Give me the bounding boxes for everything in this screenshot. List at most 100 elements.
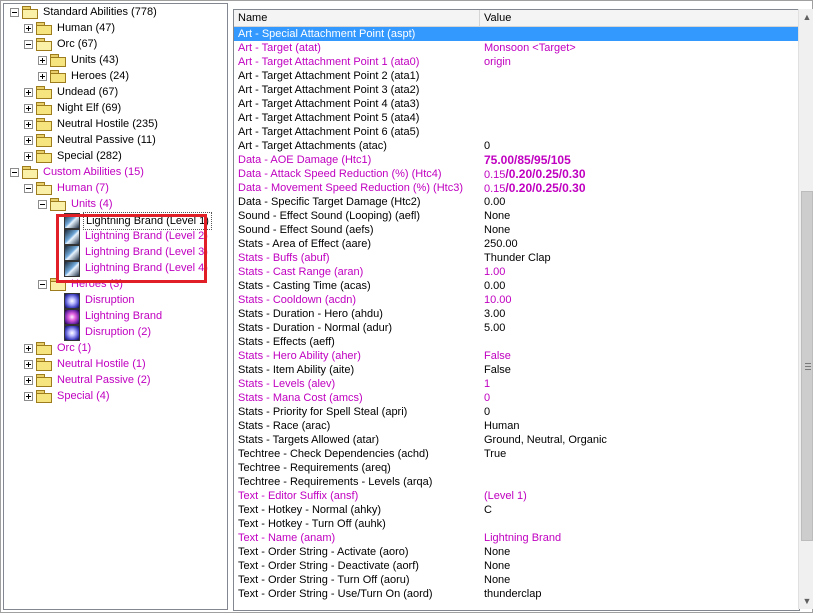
grid-row[interactable]: Techtree - Requirements (areq) [234, 461, 799, 475]
tree-node[interactable]: Human (7) [4, 180, 227, 196]
field-name: Art - Target Attachment Point 5 (ata4) [238, 112, 420, 124]
expand-icon[interactable] [24, 360, 33, 369]
column-header-value[interactable]: Value [480, 10, 799, 26]
ability-tree[interactable]: Standard Abilities (778) Human (47) Orc (6… [3, 3, 228, 610]
collapse-icon[interactable] [24, 40, 33, 49]
grid-row[interactable]: Text - Hotkey - Normal (ahky) C [234, 503, 799, 517]
expand-icon[interactable] [24, 88, 33, 97]
column-header-name[interactable]: Name [234, 10, 480, 26]
tree-node[interactable]: Disruption [4, 292, 227, 309]
tree-node[interactable]: Lightning Brand [4, 308, 227, 325]
grid-row[interactable]: Stats - Priority for Spell Steal (apri) 0 [234, 405, 799, 419]
grid-row[interactable]: Text - Order String - Use/Turn On (aord)… [234, 587, 799, 601]
tree-node-label: Special (282) [57, 150, 122, 162]
tree-node[interactable]: Disruption (2) [4, 324, 227, 341]
field-value: True [484, 448, 507, 460]
field-name: Text - Name (anam) [238, 532, 336, 544]
grid-row[interactable]: Stats - Duration - Hero (ahdu) 3.00 [234, 307, 799, 321]
expand-icon[interactable] [24, 120, 33, 129]
tree-node[interactable]: Standard Abilities (778) [4, 4, 227, 20]
property-grid[interactable]: Name Value Art - Special Attachment Poin… [233, 9, 800, 611]
vertical-scrollbar[interactable]: ▲ ▼ [798, 9, 813, 609]
grid-row[interactable]: Stats - Race (arac) Human [234, 419, 799, 433]
collapse-icon[interactable] [38, 200, 47, 209]
grid-row[interactable]: Art - Target Attachment Point 5 (ata4) [234, 111, 799, 125]
grid-row[interactable]: Sound - Effect Sound (aefs) None [234, 223, 799, 237]
expand-icon[interactable] [24, 392, 33, 401]
expand-icon[interactable] [24, 24, 33, 33]
expand-icon[interactable] [38, 56, 47, 65]
grid-row[interactable]: Text - Name (anam) Lightning Brand [234, 531, 799, 545]
grid-row[interactable]: Stats - Hero Ability (aher) False [234, 349, 799, 363]
collapse-icon[interactable] [38, 280, 47, 289]
grid-row[interactable]: Art - Target Attachment Point 1 (ata0) or… [234, 55, 799, 69]
tree-node[interactable]: Human (47) [4, 20, 227, 36]
collapse-icon[interactable] [24, 184, 33, 193]
expand-icon[interactable] [24, 376, 33, 385]
grid-row[interactable]: Art - Target Attachment Point 3 (ata2) [234, 83, 799, 97]
grid-row[interactable]: Sound - Effect Sound (Looping) (aefl) Non… [234, 209, 799, 223]
collapse-icon[interactable] [10, 168, 19, 177]
expand-icon[interactable] [24, 104, 33, 113]
tree-node[interactable]: Units (43) [4, 52, 227, 68]
tree-node-label: Standard Abilities (778) [43, 6, 157, 18]
grid-row[interactable]: Data - Attack Speed Reduction (%) (Htc4)… [234, 167, 799, 181]
tree-node[interactable]: Night Elf (69) [4, 100, 227, 116]
grid-row[interactable]: Stats - Buffs (abuf) Thunder Clap [234, 251, 799, 265]
grid-row[interactable]: Art - Special Attachment Point (aspt) [234, 27, 799, 41]
grid-row[interactable]: Text - Order String - Deactivate (aorf) N… [234, 559, 799, 573]
tree-node[interactable]: Neutral Passive (2) [4, 372, 227, 388]
grid-row[interactable]: Art - Target (atat) Monsoon <Target> [234, 41, 799, 55]
folder-icon [36, 342, 52, 355]
grid-row[interactable]: Art - Target Attachment Point 6 (ata5) [234, 125, 799, 139]
grid-row[interactable]: Stats - Cooldown (acdn) 10.00 [234, 293, 799, 307]
grid-row[interactable]: Art - Target Attachment Point 2 (ata1) [234, 69, 799, 83]
tree-node[interactable]: Orc (1) [4, 340, 227, 356]
grid-row[interactable]: Text - Editor Suffix (ansf) (Level 1) [234, 489, 799, 503]
grid-row[interactable]: Stats - Levels (alev) 1 [234, 377, 799, 391]
expand-icon[interactable] [38, 72, 47, 81]
folder-icon [36, 102, 52, 115]
expand-icon[interactable] [24, 136, 33, 145]
grid-rows: Art - Special Attachment Point (aspt) Art… [234, 27, 799, 601]
ability-icon [64, 293, 80, 309]
collapse-icon[interactable] [10, 8, 19, 17]
tree-node[interactable]: Neutral Hostile (1) [4, 356, 227, 372]
tree-node-label: Neutral Passive (2) [57, 374, 151, 386]
grid-row[interactable]: Data - AOE Damage (Htc1) 75.00/85/95/105 [234, 153, 799, 167]
tree-node[interactable]: Units (4) [4, 196, 227, 212]
tree-node[interactable]: Special (4) [4, 388, 227, 404]
tree-node-label: Heroes (24) [71, 70, 130, 82]
grid-row[interactable]: Techtree - Check Dependencies (achd) True [234, 447, 799, 461]
grid-row[interactable]: Techtree - Requirements - Levels (arqa) [234, 475, 799, 489]
grid-row[interactable]: Art - Target Attachment Point 4 (ata3) [234, 97, 799, 111]
arrow-down-icon[interactable]: ▼ [799, 593, 813, 609]
grid-row[interactable]: Stats - Casting Time (acas) 0.00 [234, 279, 799, 293]
tree-node-label: Undead (67) [57, 86, 119, 98]
grid-row[interactable]: Stats - Item Ability (aite) False [234, 363, 799, 377]
tree-node[interactable]: Heroes (24) [4, 68, 227, 84]
expand-icon[interactable] [24, 344, 33, 353]
grid-row[interactable]: Stats - Effects (aeff) [234, 335, 799, 349]
expand-icon[interactable] [24, 152, 33, 161]
tree-node[interactable]: Custom Abilities (15) [4, 164, 227, 180]
arrow-up-icon[interactable]: ▲ [799, 9, 813, 25]
grid-row[interactable]: Stats - Targets Allowed (atar) Ground, Ne… [234, 433, 799, 447]
grid-row[interactable]: Stats - Area of Effect (aare) 250.00 [234, 237, 799, 251]
tree-node[interactable]: Orc (67) [4, 36, 227, 52]
field-value: 0.15/0.20/0.25/0.30 [484, 181, 586, 195]
grid-row[interactable]: Stats - Duration - Normal (adur) 5.00 [234, 321, 799, 335]
grid-row[interactable]: Stats - Cast Range (aran) 1.00 [234, 265, 799, 279]
tree-node[interactable]: Neutral Hostile (235) [4, 116, 227, 132]
grid-row[interactable]: Text - Hotkey - Turn Off (auhk) [234, 517, 799, 531]
grid-row[interactable]: Art - Target Attachments (atac) 0 [234, 139, 799, 153]
grid-row[interactable]: Text - Order String - Turn Off (aoru) Non… [234, 573, 799, 587]
tree-node[interactable]: Special (282) [4, 148, 227, 164]
grid-row[interactable]: Data - Movement Speed Reduction (%) (Htc… [234, 181, 799, 195]
grid-row[interactable]: Text - Order String - Activate (aoro) Non… [234, 545, 799, 559]
tree-node[interactable]: Undead (67) [4, 84, 227, 100]
scrollbar-thumb[interactable] [801, 191, 813, 541]
grid-row[interactable]: Stats - Mana Cost (amcs) 0 [234, 391, 799, 405]
tree-node[interactable]: Neutral Passive (11) [4, 132, 227, 148]
grid-row[interactable]: Data - Specific Target Damage (Htc2) 0.00 [234, 195, 799, 209]
